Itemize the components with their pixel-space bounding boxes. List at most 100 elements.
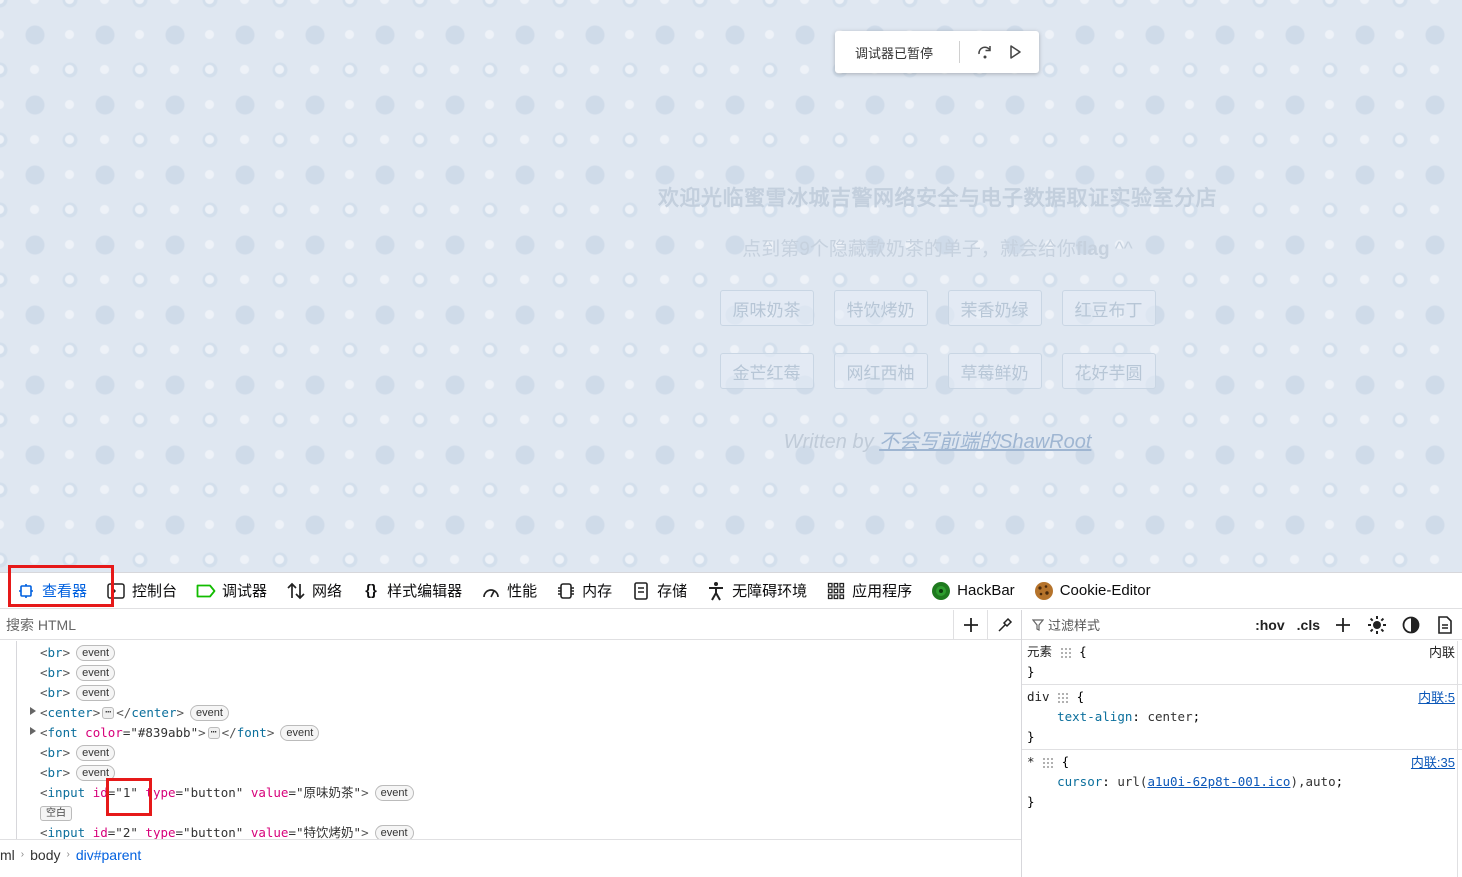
tea-button-row-1: 原味奶茶 特饮烤奶 茉香奶绿 红豆布丁 <box>600 290 1275 326</box>
markup-line-br[interactable]: < br > event <box>40 643 116 663</box>
tab-label: Cookie-Editor <box>1059 582 1151 599</box>
expand-arrow-icon[interactable] <box>29 707 37 715</box>
input-id-highlight <box>106 778 152 816</box>
tab-memory[interactable]: 内存 <box>548 573 623 609</box>
tea-button-2[interactable]: 特饮烤奶 <box>833 290 928 326</box>
print-media-icon[interactable] <box>1428 615 1462 634</box>
tab-debugger[interactable]: 调试器 <box>188 573 278 609</box>
markup-gutter <box>16 641 17 839</box>
input-value-value: 原味奶茶 <box>303 785 354 800</box>
grid-icon[interactable] <box>1057 692 1069 704</box>
tag-name: br <box>47 745 63 760</box>
rule-source-link[interactable]: 内联:35 <box>1411 752 1455 771</box>
breadcrumb-body[interactable]: body <box>24 847 66 863</box>
markup-line-br[interactable]: < br > event <box>40 763 116 783</box>
tea-button-1[interactable]: 原味奶茶 <box>719 290 814 326</box>
rule-selector: div <box>1027 689 1050 704</box>
picker-icon[interactable] <box>0 573 8 609</box>
performance-icon <box>481 581 501 601</box>
tea-button-6[interactable]: 网红西柚 <box>833 353 928 389</box>
classes-button[interactable]: .cls <box>1291 617 1326 633</box>
css-value[interactable]: center <box>1147 709 1192 724</box>
event-badge[interactable]: event <box>190 705 229 721</box>
shop-title: 欢迎光临蜜雪冰城吉警网络安全与电子数据取证实验室分店 <box>658 187 1217 210</box>
event-badge[interactable]: event <box>76 685 116 701</box>
tab-hackbar[interactable]: HackBar <box>923 573 1026 609</box>
tea-button-8[interactable]: 花好芋圆 <box>1061 353 1156 389</box>
page-viewport: 调试器已暂停 欢迎光临蜜雪冰城吉警网络安全与电子数据取证实验室分店 点到第9个隐… <box>0 0 1462 572</box>
rule-source: 内联 <box>1428 645 1455 660</box>
filter-styles-input[interactable]: 过滤样式 <box>1032 615 1249 634</box>
tab-label: 控制台 <box>132 583 178 600</box>
tag-name: font <box>236 725 267 740</box>
inspector-tab-highlight <box>8 565 114 607</box>
tab-performance[interactable]: 性能 <box>473 573 548 609</box>
tab-cookie-editor[interactable]: Cookie-Editor <box>1026 573 1162 609</box>
rule-source-link[interactable]: 内联:5 <box>1418 687 1455 706</box>
grid-icon[interactable] <box>1060 647 1072 659</box>
markup-line-font[interactable]: < font color =" #839abb " > ⋯ </font > event <box>40 723 320 743</box>
step-over-icon[interactable] <box>970 37 1000 67</box>
rules-scrollbar[interactable] <box>1457 641 1461 877</box>
filter-icon <box>1032 618 1044 631</box>
add-rule-icon[interactable] <box>1326 617 1360 633</box>
markup-line-input-1[interactable]: < input id =" 1 " type =" button " value =" 原味奶茶 "… <box>40 783 414 803</box>
tea-button-7[interactable]: 草莓鲜奶 <box>947 353 1042 389</box>
resume-icon[interactable] <box>1000 37 1030 67</box>
expand-arrow-icon[interactable] <box>29 727 37 735</box>
tea-button-5[interactable]: 金芒红莓 <box>719 353 814 389</box>
html-search-input[interactable]: 搜索 HTML <box>0 615 953 635</box>
tab-label: 网络 <box>312 583 343 600</box>
author-link[interactable]: 不会写前端的ShawRoot <box>879 431 1091 453</box>
tag-name: br <box>47 645 63 660</box>
hover-state-button[interactable]: :hov <box>1249 617 1291 633</box>
subtitle-suffix: ^^ <box>1109 239 1133 260</box>
tea-button-row-2: 金芒红莓 网红西柚 草莓鲜奶 花好芋圆 <box>600 353 1275 389</box>
css-property[interactable]: cursor <box>1057 774 1102 789</box>
written-by: Written by 不会写前端的ShawRoot <box>600 425 1275 454</box>
markup-line-input-2[interactable]: < input id =" 2 " type =" button " value =" 特饮烤奶 "… <box>40 823 414 839</box>
tag-name: center <box>131 705 177 720</box>
markup-line-br[interactable]: < br > event <box>40 683 116 703</box>
css-property[interactable]: text-align <box>1057 709 1132 724</box>
tab-accessibility[interactable]: 无障碍环境 <box>698 573 818 609</box>
devtools-panel: 查看器 控制台 调试器 网络 {} 样式编辑器 性能 内存 存储 无障碍环境 应… <box>0 565 1462 877</box>
eyedropper-icon[interactable] <box>987 609 1021 640</box>
event-badge[interactable]: event <box>374 785 414 801</box>
collapsed-ellipsis[interactable]: ⋯ <box>207 727 220 739</box>
event-badge[interactable]: event <box>76 745 116 761</box>
event-badge[interactable]: event <box>76 645 116 661</box>
tab-network[interactable]: 网络 <box>278 573 353 609</box>
tag-name: font <box>47 725 78 740</box>
grid-icon[interactable] <box>1042 757 1054 769</box>
markup-line-br[interactable]: < br > event <box>40 743 116 763</box>
tag-name: br <box>47 765 63 780</box>
filter-placeholder: 过滤样式 <box>1048 618 1101 633</box>
css-url-link[interactable]: a1u0i-62p8t-001.ico <box>1147 774 1290 789</box>
tab-storage[interactable]: 存储 <box>623 573 698 609</box>
breadcrumb-div-parent[interactable]: div#parent <box>70 847 147 863</box>
tea-button-4[interactable]: 红豆布丁 <box>1061 290 1156 326</box>
tab-label: 内存 <box>582 583 613 600</box>
dark-theme-icon[interactable] <box>1394 616 1428 634</box>
rules-toolbar: 过滤样式 :hov .cls <box>1022 610 1462 640</box>
light-theme-icon[interactable] <box>1360 615 1394 635</box>
whitespace-badge[interactable]: 空白 <box>40 806 72 821</box>
breadcrumb: ml › body › div#parent <box>0 839 1021 869</box>
tab-application[interactable]: 应用程序 <box>818 573 923 609</box>
markup-line-br[interactable]: < br > event <box>40 663 116 683</box>
tab-label: 性能 <box>507 583 538 600</box>
event-badge[interactable]: event <box>280 725 320 741</box>
event-badge[interactable]: event <box>76 665 116 681</box>
tea-button-3[interactable]: 茉香奶绿 <box>947 290 1042 326</box>
event-badge[interactable]: event <box>374 825 414 839</box>
rule-selector: * <box>1027 754 1035 769</box>
breadcrumb-html[interactable]: ml <box>0 847 21 863</box>
add-node-icon[interactable] <box>953 609 987 640</box>
tab-style-editor[interactable]: {} 样式编辑器 <box>353 573 473 609</box>
markup-line-center[interactable]: < center > ⋯ </center > event <box>40 703 229 723</box>
input-id-value[interactable]: 2 <box>123 823 131 839</box>
input-type-value: button <box>190 825 236 839</box>
collapsed-ellipsis[interactable]: ⋯ <box>102 707 115 719</box>
attr-name: color <box>85 725 123 740</box>
